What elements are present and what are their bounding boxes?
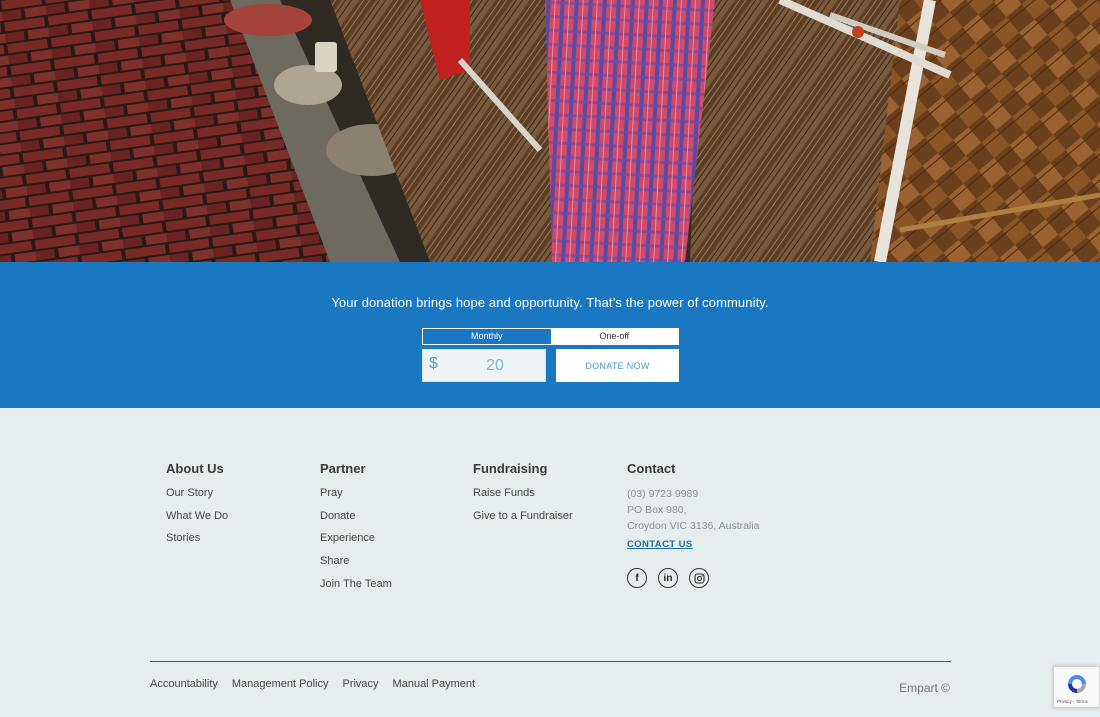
footer-link-experience[interactable]: Experience <box>320 531 392 554</box>
recaptcha-icon <box>1068 675 1086 693</box>
footer-link-share[interactable]: Share <box>320 554 392 577</box>
footer-link-raise-funds[interactable]: Raise Funds <box>473 486 573 509</box>
legal-links: Accountability Management Policy Privacy… <box>150 678 475 690</box>
recaptcha-badge[interactable]: Privacy - Terms <box>1053 666 1100 708</box>
footer-link-what-we-do[interactable]: What We Do <box>166 509 228 532</box>
legal-link-manual-payment[interactable]: Manual Payment <box>393 678 476 690</box>
contact-phone: (03) 9723 9989 <box>627 488 699 500</box>
frequency-monthly[interactable]: Monthly <box>423 329 551 344</box>
amount-field-wrapper: $ <box>422 349 546 382</box>
hero-photo <box>0 0 1100 262</box>
hero-image <box>0 0 1100 262</box>
amount-input[interactable] <box>445 350 545 381</box>
legal-link-management-policy[interactable]: Management Policy <box>232 678 329 690</box>
footer-column-about: About Us Our Story What We Do Stories <box>166 461 228 554</box>
footer-link-donate[interactable]: Donate <box>320 509 392 532</box>
contact-us-link[interactable]: CONTACT US <box>627 539 693 550</box>
copyright: Empart © <box>899 681 950 695</box>
footer-column-partner: Partner Pray Donate Experience Share Joi… <box>320 461 392 599</box>
frequency-oneoff[interactable]: One-off <box>550 329 678 344</box>
footer-column-contact: Contact (03) 9723 9989 PO Box 980, Croyd… <box>627 461 760 588</box>
currency-symbol: $ <box>429 355 438 372</box>
footer-link-give-to-fundraiser[interactable]: Give to a Fundraiser <box>473 509 573 532</box>
column-title: About Us <box>166 461 224 476</box>
column-title: Contact <box>627 461 676 476</box>
column-title: Partner <box>320 461 366 476</box>
donate-tagline: Your donation brings hope and opportunit… <box>331 295 769 310</box>
instagram-icon[interactable] <box>689 568 709 588</box>
donate-section: Your donation brings hope and opportunit… <box>0 262 1100 408</box>
legal-link-privacy[interactable]: Privacy <box>342 678 378 690</box>
footer-link-our-story[interactable]: Our Story <box>166 486 228 509</box>
column-title: Fundraising <box>473 461 548 476</box>
contact-address-line1: PO Box 980, <box>627 504 687 516</box>
frequency-toggle: Monthly One-off <box>422 328 679 345</box>
footer-link-join-the-team[interactable]: Join The Team <box>320 577 392 600</box>
footer-column-fundraising: Fundraising Raise Funds Give to a Fundra… <box>473 461 573 531</box>
facebook-icon[interactable]: f <box>627 568 647 588</box>
recaptcha-terms[interactable]: Privacy - Terms <box>1057 699 1088 704</box>
legal-link-accountability[interactable]: Accountability <box>150 678 218 690</box>
contact-address-line2: Croydon VIC 3136, Australia <box>627 520 760 532</box>
social-links: f in <box>627 568 760 588</box>
footer-link-stories[interactable]: Stories <box>166 531 228 554</box>
linkedin-icon[interactable]: in <box>658 568 678 588</box>
donate-now-button[interactable]: DONATE NOW <box>556 349 679 382</box>
footer-link-pray[interactable]: Pray <box>320 486 392 509</box>
footer-divider <box>150 661 951 662</box>
